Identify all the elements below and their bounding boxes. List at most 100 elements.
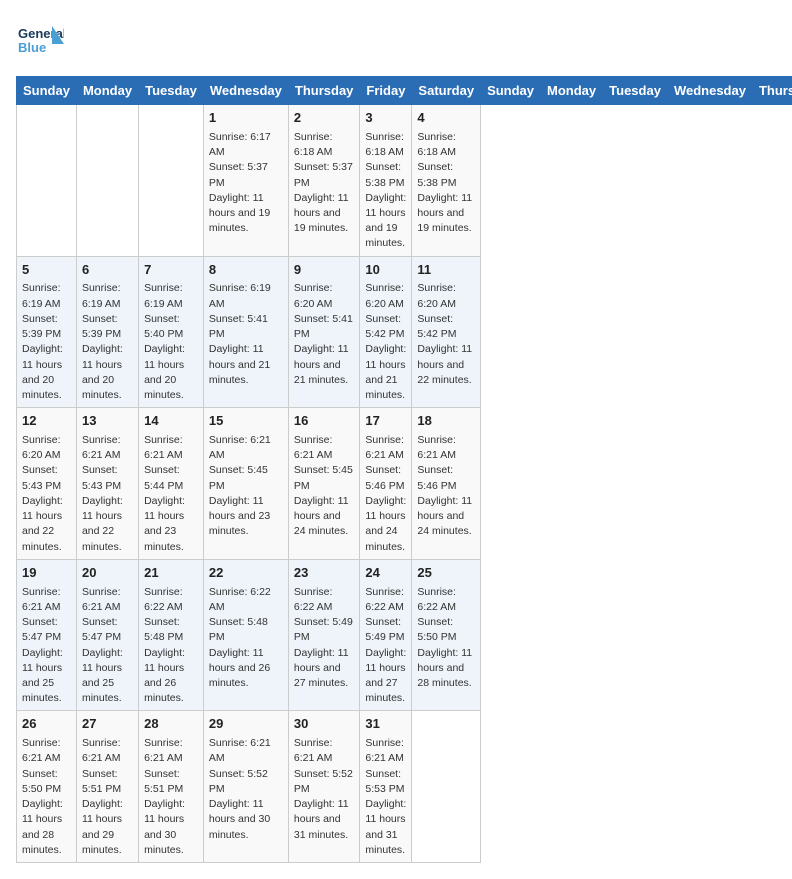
day-number: 22 — [209, 564, 283, 583]
calendar-cell: 14Sunrise: 6:21 AM Sunset: 5:44 PM Dayli… — [139, 408, 204, 560]
day-number: 17 — [365, 412, 406, 431]
calendar-cell — [412, 711, 481, 863]
calendar-cell: 23 Sunrise: 6:22 AM Sunset: 5:49 PM Dayli… — [288, 559, 360, 711]
day-header-monday: Monday — [541, 77, 603, 105]
day-info: Sunrise: 6:21 AM Sunset: 5:45 PM Dayligh… — [294, 434, 353, 537]
day-info: Sunrise: 6:22 AM Sunset: 5:48 PM Dayligh… — [144, 586, 185, 705]
day-number: 7 — [144, 261, 198, 280]
calendar-week-row: 1 Sunrise: 6:17 AM Sunset: 5:37 PM Daylig… — [17, 105, 792, 257]
day-info: Sunrise: 6:19 AM Sunset: 5:40 PM Dayligh… — [144, 282, 185, 401]
day-header-saturday: Saturday — [412, 77, 481, 105]
day-number: 19 — [22, 564, 71, 583]
day-info: Sunrise: 6:21 AM Sunset: 5:46 PM Dayligh… — [365, 434, 406, 553]
calendar-week-row: 19 Sunrise: 6:21 AM Sunset: 5:47 PM Dayli… — [17, 559, 792, 711]
calendar-cell: 24Sunrise: 6:22 AM Sunset: 5:49 PM Dayli… — [360, 559, 412, 711]
day-number: 18 — [417, 412, 475, 431]
day-info: Sunrise: 6:21 AM Sunset: 5:51 PM Dayligh… — [144, 737, 185, 856]
day-info: Sunrise: 6:20 AM Sunset: 5:42 PM Dayligh… — [365, 282, 406, 401]
day-number: 10 — [365, 261, 406, 280]
day-info: Sunrise: 6:21 AM Sunset: 5:47 PM Dayligh… — [22, 586, 63, 705]
calendar-cell: 10 Sunrise: 6:20 AM Sunset: 5:42 PM Dayli… — [360, 256, 412, 408]
calendar-cell: 13 Sunrise: 6:21 AM Sunset: 5:43 PM Dayli… — [76, 408, 138, 560]
day-number: 12 — [22, 412, 71, 431]
day-info: Sunrise: 6:22 AM Sunset: 5:50 PM Dayligh… — [417, 586, 472, 689]
logo: General Blue — [16, 16, 64, 64]
calendar-cell — [76, 105, 138, 257]
day-header-friday: Friday — [360, 77, 412, 105]
day-number: 16 — [294, 412, 355, 431]
calendar-cell: 30 Sunrise: 6:21 AM Sunset: 5:52 PM Dayli… — [288, 711, 360, 863]
day-number: 13 — [82, 412, 133, 431]
day-info: Sunrise: 6:21 AM Sunset: 5:52 PM Dayligh… — [294, 737, 353, 840]
calendar-header-row: SundayMondayTuesdayWednesdayThursdayFrid… — [17, 77, 792, 105]
day-header-sunday: Sunday — [481, 77, 541, 105]
day-info: Sunrise: 6:21 AM Sunset: 5:44 PM Dayligh… — [144, 434, 185, 553]
calendar-cell: 25Sunrise: 6:22 AM Sunset: 5:50 PM Dayli… — [412, 559, 481, 711]
day-header-wednesday: Wednesday — [667, 77, 752, 105]
calendar-cell: 11 Sunrise: 6:20 AM Sunset: 5:42 PM Dayli… — [412, 256, 481, 408]
svg-text:Blue: Blue — [18, 40, 46, 55]
day-number: 4 — [417, 109, 475, 128]
day-info: Sunrise: 6:22 AM Sunset: 5:49 PM Dayligh… — [294, 586, 353, 689]
calendar-cell: 21 Sunrise: 6:22 AM Sunset: 5:48 PM Dayli… — [139, 559, 204, 711]
day-info: Sunrise: 6:21 AM Sunset: 5:43 PM Dayligh… — [82, 434, 123, 553]
day-number: 5 — [22, 261, 71, 280]
day-info: Sunrise: 6:18 AM Sunset: 5:37 PM Dayligh… — [294, 131, 353, 234]
day-number: 31 — [365, 715, 406, 734]
day-info: Sunrise: 6:21 AM Sunset: 5:53 PM Dayligh… — [365, 737, 406, 856]
calendar-cell: 20 Sunrise: 6:21 AM Sunset: 5:47 PM Dayli… — [76, 559, 138, 711]
day-info: Sunrise: 6:21 AM Sunset: 5:45 PM Dayligh… — [209, 434, 271, 537]
day-info: Sunrise: 6:22 AM Sunset: 5:48 PM Dayligh… — [209, 586, 271, 689]
day-number: 27 — [82, 715, 133, 734]
day-info: Sunrise: 6:20 AM Sunset: 5:41 PM Dayligh… — [294, 282, 353, 385]
calendar-cell: 9Sunrise: 6:20 AM Sunset: 5:41 PM Daylig… — [288, 256, 360, 408]
day-number: 21 — [144, 564, 198, 583]
day-info: Sunrise: 6:20 AM Sunset: 5:42 PM Dayligh… — [417, 282, 472, 385]
day-number: 15 — [209, 412, 283, 431]
day-info: Sunrise: 6:21 AM Sunset: 5:47 PM Dayligh… — [82, 586, 123, 705]
calendar-cell: 3Sunrise: 6:18 AM Sunset: 5:38 PM Daylig… — [360, 105, 412, 257]
day-info: Sunrise: 6:18 AM Sunset: 5:38 PM Dayligh… — [365, 131, 406, 250]
calendar-cell: 6Sunrise: 6:19 AM Sunset: 5:39 PM Daylig… — [76, 256, 138, 408]
day-info: Sunrise: 6:21 AM Sunset: 5:50 PM Dayligh… — [22, 737, 63, 856]
calendar-cell: 15 Sunrise: 6:21 AM Sunset: 5:45 PM Dayli… — [203, 408, 288, 560]
calendar-cell: 22 Sunrise: 6:22 AM Sunset: 5:48 PM Dayli… — [203, 559, 288, 711]
day-number: 20 — [82, 564, 133, 583]
day-info: Sunrise: 6:21 AM Sunset: 5:51 PM Dayligh… — [82, 737, 123, 856]
day-number: 23 — [294, 564, 355, 583]
day-number: 2 — [294, 109, 355, 128]
day-header-sunday: Sunday — [17, 77, 77, 105]
calendar-week-row: 12 Sunrise: 6:20 AM Sunset: 5:43 PM Dayli… — [17, 408, 792, 560]
day-number: 30 — [294, 715, 355, 734]
calendar-cell: 12 Sunrise: 6:20 AM Sunset: 5:43 PM Dayli… — [17, 408, 77, 560]
calendar-cell: 29 Sunrise: 6:21 AM Sunset: 5:52 PM Dayli… — [203, 711, 288, 863]
day-info: Sunrise: 6:17 AM Sunset: 5:37 PM Dayligh… — [209, 131, 271, 234]
calendar-cell: 8 Sunrise: 6:19 AM Sunset: 5:41 PM Daylig… — [203, 256, 288, 408]
calendar-cell: 26 Sunrise: 6:21 AM Sunset: 5:50 PM Dayli… — [17, 711, 77, 863]
calendar-cell: 18Sunrise: 6:21 AM Sunset: 5:46 PM Dayli… — [412, 408, 481, 560]
day-header-monday: Monday — [76, 77, 138, 105]
calendar-cell: 28 Sunrise: 6:21 AM Sunset: 5:51 PM Dayli… — [139, 711, 204, 863]
day-number: 24 — [365, 564, 406, 583]
day-number: 29 — [209, 715, 283, 734]
calendar-week-row: 5Sunrise: 6:19 AM Sunset: 5:39 PM Daylig… — [17, 256, 792, 408]
day-number: 8 — [209, 261, 283, 280]
calendar-table: SundayMondayTuesdayWednesdayThursdayFrid… — [16, 76, 792, 863]
calendar-cell — [17, 105, 77, 257]
day-header-tuesday: Tuesday — [603, 77, 668, 105]
calendar-cell: 19 Sunrise: 6:21 AM Sunset: 5:47 PM Dayli… — [17, 559, 77, 711]
day-info: Sunrise: 6:21 AM Sunset: 5:52 PM Dayligh… — [209, 737, 271, 840]
page-header: General Blue — [16, 16, 776, 64]
calendar-cell: 5Sunrise: 6:19 AM Sunset: 5:39 PM Daylig… — [17, 256, 77, 408]
day-number: 11 — [417, 261, 475, 280]
calendar-cell: 1 Sunrise: 6:17 AM Sunset: 5:37 PM Daylig… — [203, 105, 288, 257]
day-info: Sunrise: 6:19 AM Sunset: 5:41 PM Dayligh… — [209, 282, 271, 385]
day-header-thursday: Thursday — [752, 77, 792, 105]
day-number: 28 — [144, 715, 198, 734]
calendar-cell: 4Sunrise: 6:18 AM Sunset: 5:38 PM Daylig… — [412, 105, 481, 257]
calendar-cell: 17 Sunrise: 6:21 AM Sunset: 5:46 PM Dayli… — [360, 408, 412, 560]
day-info: Sunrise: 6:20 AM Sunset: 5:43 PM Dayligh… — [22, 434, 63, 553]
calendar-cell — [139, 105, 204, 257]
day-number: 1 — [209, 109, 283, 128]
day-number: 26 — [22, 715, 71, 734]
